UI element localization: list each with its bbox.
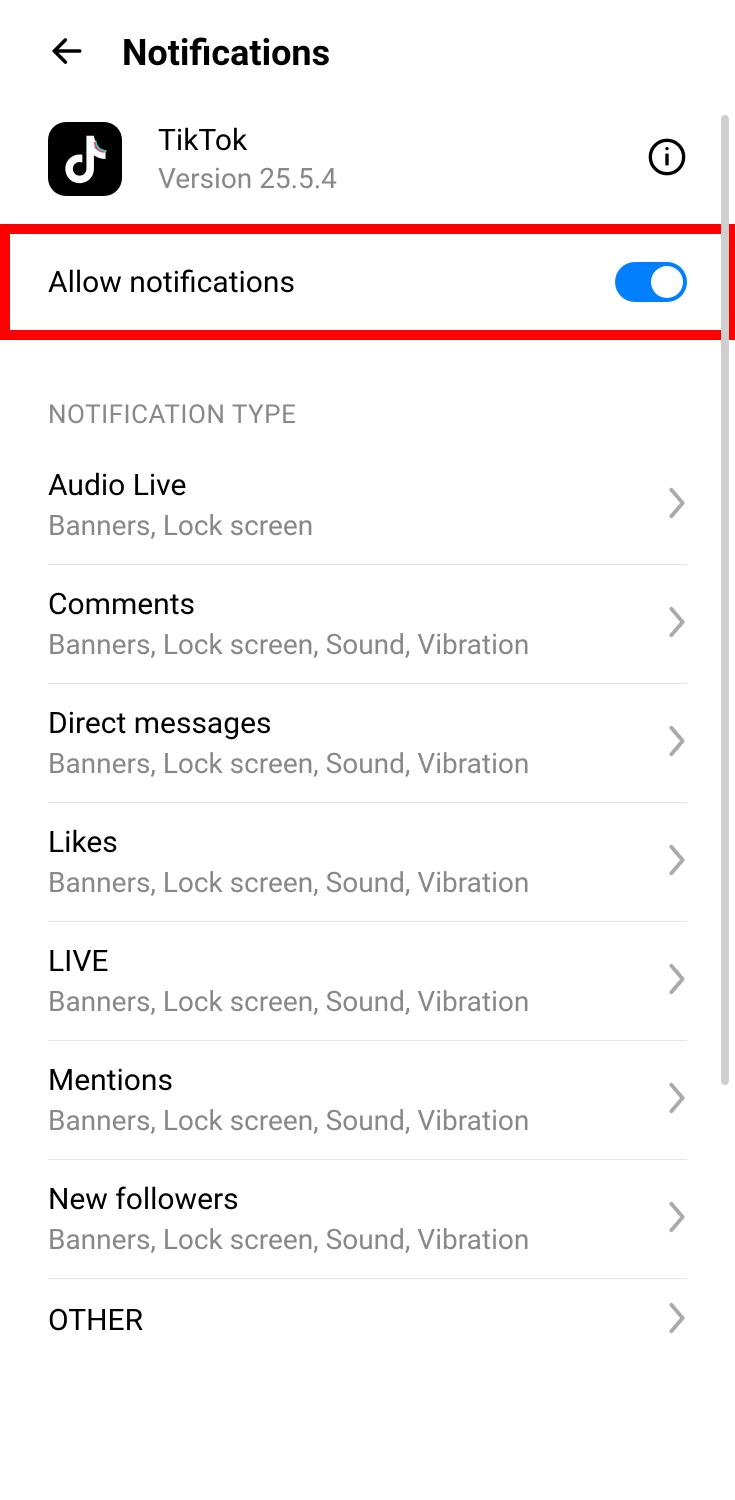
item-title: New followers [48, 1182, 667, 1217]
item-sub: Banners, Lock screen, Sound, Vibration [48, 1223, 667, 1256]
chevron-right-icon [667, 486, 687, 524]
chevron-right-icon [667, 962, 687, 1000]
section-header: NOTIFICATION TYPE [0, 340, 735, 446]
list-item-new-followers[interactable]: New followers Banners, Lock screen, Soun… [48, 1160, 687, 1279]
back-arrow-icon[interactable] [48, 32, 86, 74]
item-sub: Banners, Lock screen, Sound, Vibration [48, 628, 667, 661]
list-item-live[interactable]: LIVE Banners, Lock screen, Sound, Vibrat… [48, 922, 687, 1041]
page-title: Notifications [122, 32, 330, 74]
chevron-right-icon [667, 1301, 687, 1339]
item-title: OTHER [48, 1303, 667, 1338]
allow-notifications-label: Allow notifications [48, 265, 295, 300]
item-sub: Banners, Lock screen, Sound, Vibration [48, 747, 667, 780]
item-sub: Banners, Lock screen, Sound, Vibration [48, 866, 667, 899]
list-item-other[interactable]: OTHER [48, 1279, 687, 1361]
notification-type-list: Audio Live Banners, Lock screen Comments… [0, 446, 735, 1361]
item-title: Likes [48, 825, 667, 860]
scrollbar[interactable] [721, 115, 729, 1085]
app-name: TikTok [158, 123, 611, 158]
list-item-direct-messages[interactable]: Direct messages Banners, Lock screen, So… [48, 684, 687, 803]
item-sub: Banners, Lock screen, Sound, Vibration [48, 1104, 667, 1137]
app-version: Version 25.5.4 [158, 162, 611, 195]
item-title: LIVE [48, 944, 667, 979]
chevron-right-icon [667, 724, 687, 762]
item-title: Direct messages [48, 706, 667, 741]
item-title: Comments [48, 587, 667, 622]
item-title: Mentions [48, 1063, 667, 1098]
item-sub: Banners, Lock screen, Sound, Vibration [48, 985, 667, 1018]
allow-notifications-row[interactable]: Allow notifications [0, 224, 735, 340]
item-sub: Banners, Lock screen [48, 509, 667, 542]
list-item-audio-live[interactable]: Audio Live Banners, Lock screen [48, 446, 687, 565]
chevron-right-icon [667, 1081, 687, 1119]
chevron-right-icon [667, 843, 687, 881]
toggle-knob [651, 266, 683, 298]
info-icon[interactable] [647, 137, 687, 181]
list-item-comments[interactable]: Comments Banners, Lock screen, Sound, Vi… [48, 565, 687, 684]
chevron-right-icon [667, 1200, 687, 1238]
app-icon [48, 122, 122, 196]
app-info-row: TikTok Version 25.5.4 [0, 94, 735, 224]
item-title: Audio Live [48, 468, 667, 503]
list-item-likes[interactable]: Likes Banners, Lock screen, Sound, Vibra… [48, 803, 687, 922]
allow-notifications-toggle[interactable] [615, 262, 687, 302]
chevron-right-icon [667, 605, 687, 643]
list-item-mentions[interactable]: Mentions Banners, Lock screen, Sound, Vi… [48, 1041, 687, 1160]
